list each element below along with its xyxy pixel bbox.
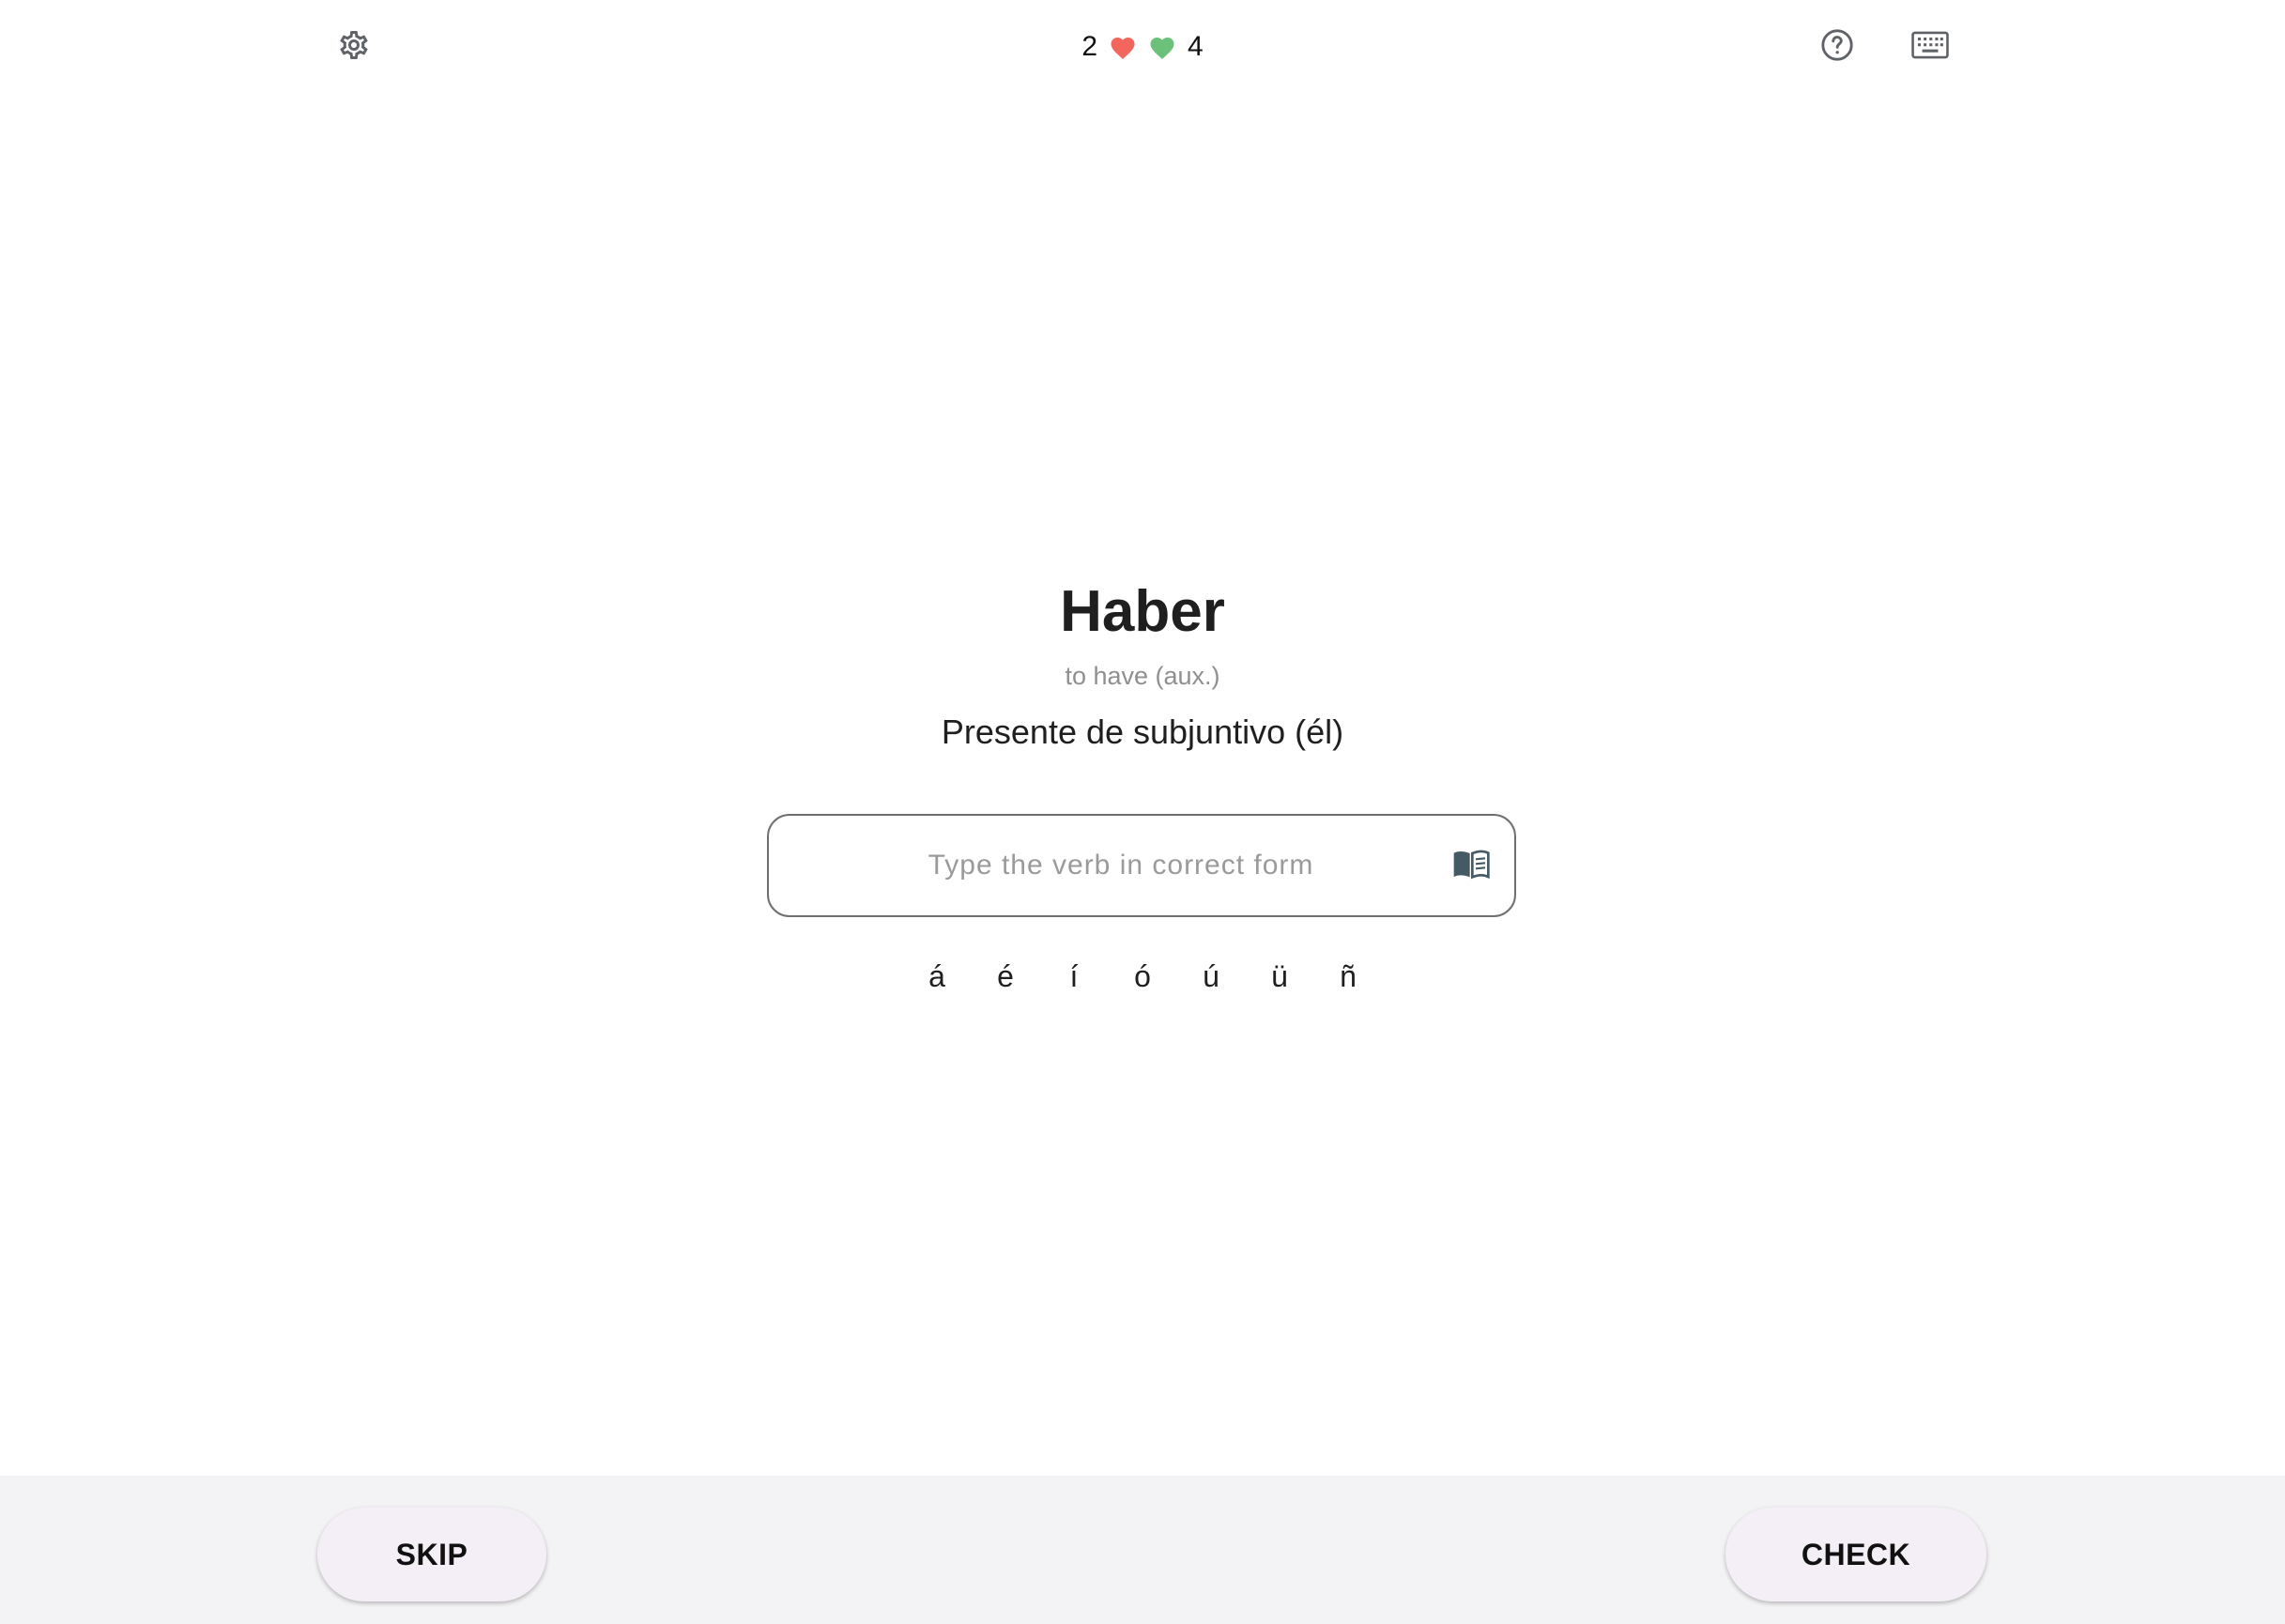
top-bar: 2 4 [0,0,2285,94]
bottom-bar: SKIP CHECK [0,1476,2285,1624]
red-heart-icon [1109,34,1137,60]
check-button[interactable]: CHECK [1725,1508,1986,1601]
keyboard-button[interactable] [1902,19,1958,75]
help-button[interactable] [1809,19,1865,75]
right-count: 4 [1188,31,1204,62]
accent-key-e[interactable]: é [972,948,1039,1004]
keyboard-icon [1911,31,1949,64]
skip-button[interactable]: SKIP [317,1508,546,1601]
accent-key-u-umlaut[interactable]: ü [1246,948,1313,1004]
accent-key-n-tilde[interactable]: ñ [1314,948,1382,1004]
accent-key-u[interactable]: ú [1177,948,1245,1004]
verb-translation: to have (aux.) [1065,662,1220,690]
dictionary-button[interactable] [1449,843,1494,888]
answer-field[interactable] [767,814,1516,917]
book-icon [1452,848,1490,884]
settings-button[interactable] [326,19,382,75]
verb-title: Haber [1060,579,1225,644]
tense-label: Presente de subjuntivo (él) [941,712,1344,751]
answer-input[interactable] [788,816,1417,915]
accent-key-i[interactable]: í [1040,948,1108,1004]
accent-keyboard: á é í ó ú ü ñ [903,948,1382,1004]
gear-icon [337,28,371,67]
question-circle-icon [1819,27,1855,68]
wrong-count: 2 [1081,31,1097,62]
score-counter: 2 4 [1049,21,1236,73]
accent-key-a[interactable]: á [903,948,971,1004]
accent-key-o[interactable]: ó [1109,948,1176,1004]
green-heart-icon [1148,34,1176,60]
